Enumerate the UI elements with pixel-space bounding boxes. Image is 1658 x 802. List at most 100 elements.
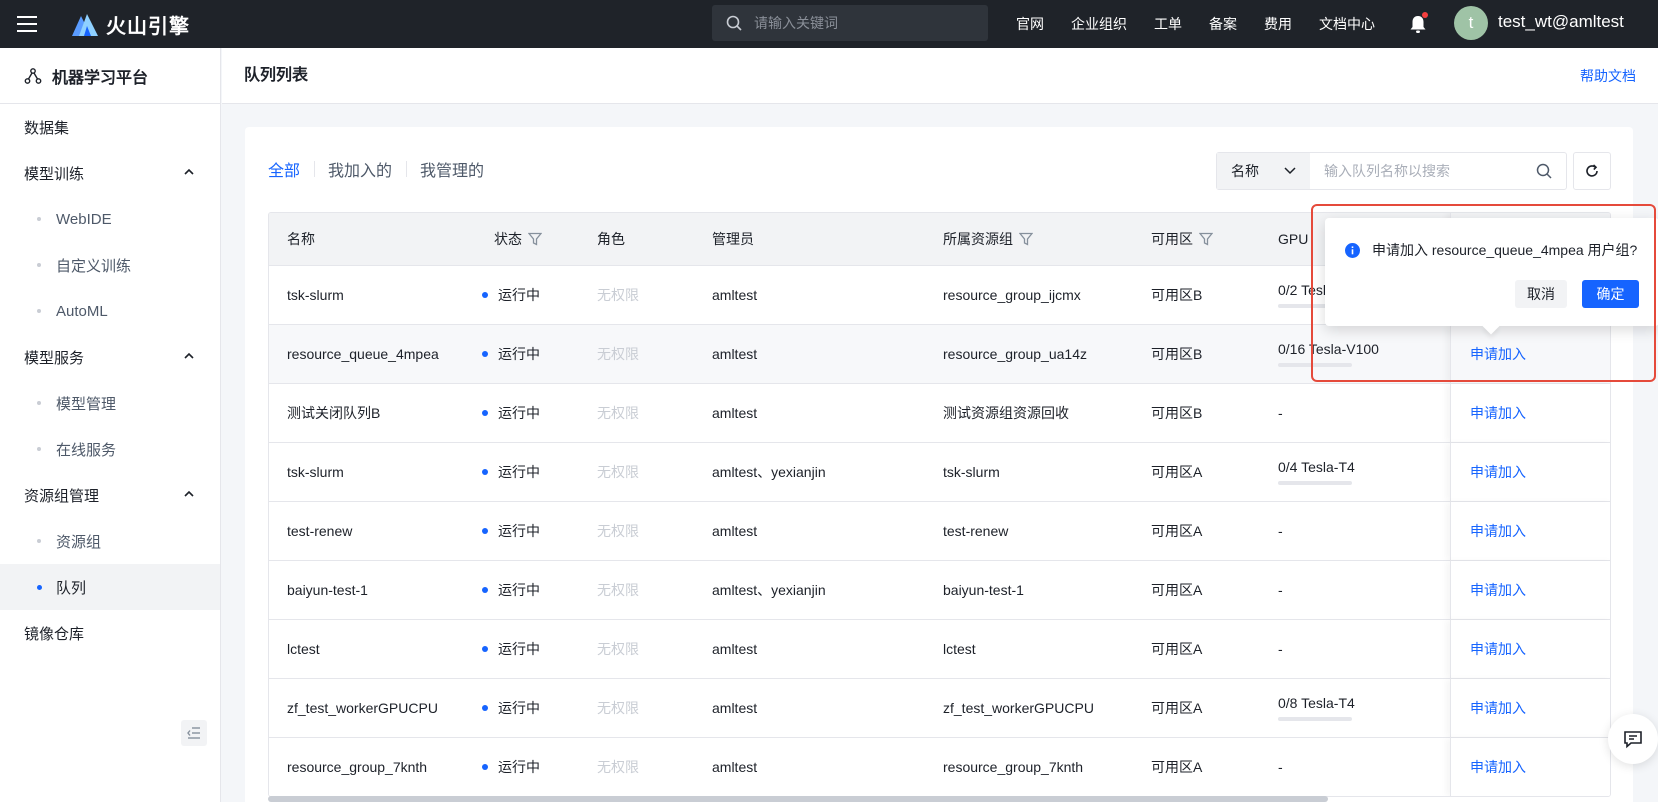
sidebar-item-datasets[interactable]: 数据集 bbox=[0, 104, 220, 150]
cell-actions: 申请加入 bbox=[1450, 502, 1610, 560]
status-dot bbox=[482, 469, 488, 475]
global-search-input[interactable] bbox=[754, 15, 974, 31]
apply-join-link[interactable]: 申请加入 bbox=[1470, 443, 1526, 501]
filter-icon[interactable] bbox=[1199, 232, 1213, 246]
cell-name[interactable]: test-renew bbox=[287, 502, 352, 560]
cell-name[interactable]: 测试关闭队列B bbox=[287, 384, 380, 442]
sidebar-item-resource-groups[interactable]: 资源组 bbox=[0, 518, 220, 564]
search-icon bbox=[726, 15, 742, 31]
sidebar-item-webide[interactable]: WebIDE bbox=[0, 196, 220, 242]
cell-resource-group: lctest bbox=[943, 641, 976, 657]
cell-zone: 可用区A bbox=[1151, 700, 1203, 716]
apply-join-link[interactable]: 申请加入 bbox=[1470, 384, 1526, 442]
filter-icon[interactable] bbox=[528, 232, 542, 246]
brand-logo[interactable]: 火山引擎 bbox=[70, 10, 190, 39]
nav-official-site[interactable]: 官网 bbox=[1016, 14, 1044, 34]
table-row[interactable]: resource_queue_4mpea 运行中 无权限 amltest resourc… bbox=[269, 324, 1610, 383]
tab-managed[interactable]: 我管理的 bbox=[406, 157, 498, 181]
apply-join-text: 申请加入 bbox=[1470, 523, 1526, 539]
table-row[interactable]: 测试关闭队列B 运行中 无权限 amltest 测试资源组资源回收 可用区B - 申请加入 bbox=[269, 383, 1610, 442]
apply-join-link[interactable]: 申请加入 bbox=[1470, 502, 1526, 560]
cell-name[interactable]: tsk-slurm bbox=[287, 266, 344, 324]
sidebar-item-image-registry[interactable]: 镜像仓库 bbox=[0, 610, 220, 656]
apply-join-link[interactable]: 申请加入 bbox=[1470, 738, 1526, 796]
gpu-text: - bbox=[1278, 759, 1283, 775]
table-row[interactable]: baiyun-test-1 运行中 无权限 amltest、yexianjin baiy… bbox=[269, 560, 1610, 619]
apply-join-text: 申请加入 bbox=[1470, 759, 1526, 775]
cell-actions: 申请加入 bbox=[1450, 738, 1610, 796]
notification-button[interactable] bbox=[1407, 12, 1429, 35]
cell-name[interactable]: zf_test_workerGPUCPU bbox=[287, 679, 438, 737]
cell-resource-group: 测试资源组资源回收 bbox=[943, 405, 1069, 421]
status-text: 运行中 bbox=[498, 759, 540, 775]
status-dot bbox=[482, 646, 488, 652]
sidebar-item-label: 数据集 bbox=[24, 119, 70, 137]
status-text: 运行中 bbox=[498, 464, 540, 480]
avatar[interactable]: t bbox=[1454, 6, 1488, 40]
nav-billing[interactable]: 费用 bbox=[1264, 14, 1292, 34]
confirm-button[interactable]: 确定 bbox=[1582, 280, 1639, 308]
cancel-button[interactable]: 取消 bbox=[1515, 280, 1567, 308]
status-dot bbox=[482, 528, 488, 534]
table-row[interactable]: zf_test_workerGPUCPU 运行中 无权限 amltest zf_test… bbox=[269, 678, 1610, 737]
apply-join-link[interactable]: 申请加入 bbox=[1470, 325, 1526, 383]
col-admin: 管理员 bbox=[712, 231, 754, 247]
nav-filing[interactable]: 备案 bbox=[1209, 14, 1237, 34]
tab-all[interactable]: 全部 bbox=[268, 157, 314, 181]
cell-gpu: - bbox=[1278, 561, 1283, 619]
apply-join-link[interactable]: 申请加入 bbox=[1470, 679, 1526, 737]
table-row[interactable]: tsk-slurm 运行中 无权限 amltest、yexianjin tsk-slur… bbox=[269, 442, 1610, 501]
queue-search-input[interactable] bbox=[1324, 163, 1524, 179]
info-icon bbox=[1345, 242, 1360, 258]
apply-join-link[interactable]: 申请加入 bbox=[1470, 620, 1526, 678]
cell-status: 运行中 bbox=[482, 679, 540, 737]
cell-actions: 申请加入 bbox=[1450, 443, 1610, 501]
sidebar-item-queues[interactable]: 队列 bbox=[0, 564, 220, 610]
top-bar: 火山引擎 官网 企业组织 工单 备案 费用 文档中心 t test_wt@aml… bbox=[0, 0, 1658, 48]
username[interactable]: test_wt@amltest bbox=[1498, 0, 1624, 48]
sidebar-group-resource-management[interactable]: 资源组管理 bbox=[0, 472, 220, 518]
cell-zone: 可用区B bbox=[1151, 346, 1203, 362]
help-docs-link[interactable]: 帮助文档 bbox=[1580, 48, 1636, 104]
refresh-button[interactable] bbox=[1573, 152, 1611, 190]
table-row[interactable]: lctest 运行中 无权限 amltest lctest 可用区A - 申请加入 bbox=[269, 619, 1610, 678]
cell-name[interactable]: baiyun-test-1 bbox=[287, 561, 368, 619]
sidebar-item-custom-training[interactable]: 自定义训练 bbox=[0, 242, 220, 288]
chevron-up-icon bbox=[184, 168, 194, 175]
sidebar-item-label: AutoML bbox=[56, 302, 108, 320]
table-row[interactable]: test-renew 运行中 无权限 amltest test-renew 可用区A - 申请… bbox=[269, 501, 1610, 560]
cell-name[interactable]: resource_queue_4mpea bbox=[287, 325, 439, 383]
cell-name[interactable]: lctest bbox=[287, 620, 320, 678]
chat-button[interactable] bbox=[1608, 714, 1658, 764]
global-search[interactable] bbox=[712, 5, 988, 41]
cell-name[interactable]: resource_group_7knth bbox=[287, 738, 427, 796]
cell-name[interactable]: tsk-slurm bbox=[287, 443, 344, 501]
horizontal-scrollbar[interactable] bbox=[268, 796, 1328, 802]
cell-zone: 可用区B bbox=[1151, 405, 1203, 421]
sidebar-item-online-service[interactable]: 在线服务 bbox=[0, 426, 220, 472]
cell-resource-group: baiyun-test-1 bbox=[943, 582, 1024, 598]
gpu-text: - bbox=[1278, 523, 1283, 539]
sidebar-item-model-management[interactable]: 模型管理 bbox=[0, 380, 220, 426]
nav-organization[interactable]: 企业组织 bbox=[1071, 14, 1127, 34]
menu-button[interactable] bbox=[0, 0, 54, 48]
apply-join-text: 申请加入 bbox=[1470, 346, 1526, 362]
cell-zone: 可用区A bbox=[1151, 582, 1203, 598]
search-field-select[interactable]: 名称 bbox=[1217, 153, 1310, 189]
table-row[interactable]: resource_group_7knth 运行中 无权限 amltest resourc… bbox=[269, 737, 1610, 796]
filter-icon[interactable] bbox=[1019, 232, 1033, 246]
nav-docs[interactable]: 文档中心 bbox=[1319, 14, 1375, 34]
sidebar-item-automl[interactable]: AutoML bbox=[0, 288, 220, 334]
search-icon[interactable] bbox=[1536, 163, 1552, 179]
popover-message-text: 申请加入 resource_queue_4mpea 用户组? bbox=[1372, 242, 1638, 258]
sidebar-group-model-service[interactable]: 模型服务 bbox=[0, 334, 220, 380]
sidebar-group-model-training[interactable]: 模型训练 bbox=[0, 150, 220, 196]
status-text: 运行中 bbox=[498, 287, 540, 303]
tab-joined[interactable]: 我加入的 bbox=[314, 157, 406, 181]
nav-ticket[interactable]: 工单 bbox=[1154, 14, 1182, 34]
cell-role: 无权限 bbox=[597, 346, 639, 362]
cell-admin: amltest bbox=[712, 759, 758, 775]
apply-join-link[interactable]: 申请加入 bbox=[1470, 561, 1526, 619]
sidebar-collapse-button[interactable] bbox=[181, 720, 207, 746]
notification-dot bbox=[1422, 12, 1428, 18]
